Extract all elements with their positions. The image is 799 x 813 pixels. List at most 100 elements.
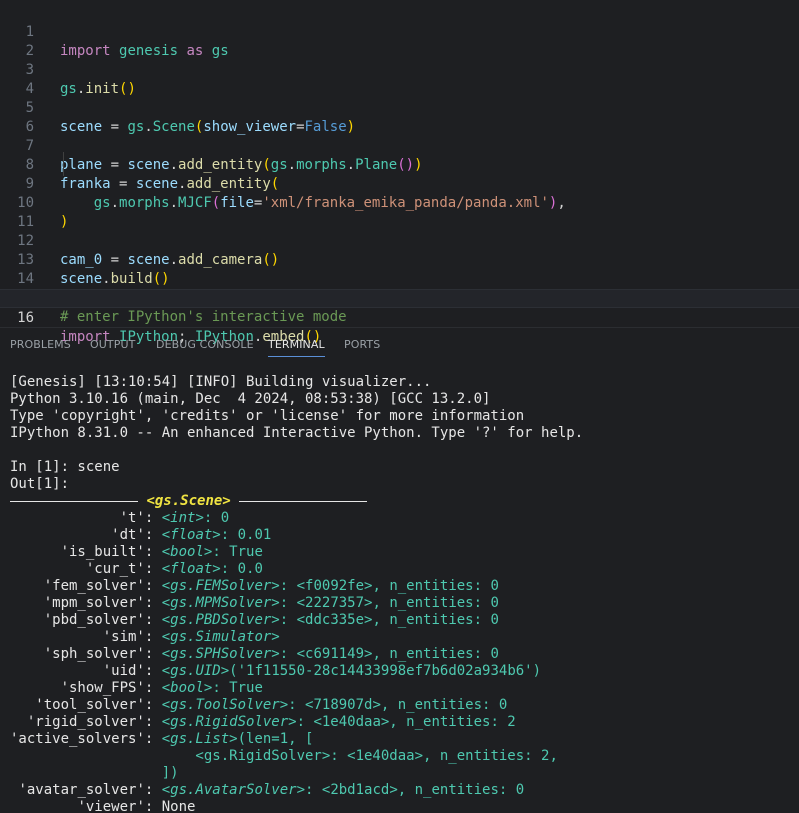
attr-value: : <1e40daa>, n_entities: 2 bbox=[296, 714, 516, 730]
attr-key: 'uid' bbox=[102, 663, 145, 679]
attr-key: 'sph_solver' bbox=[43, 646, 145, 662]
attr-value: : True bbox=[212, 544, 263, 560]
scene-attr-row: 'viewer': None bbox=[77, 799, 196, 813]
attr-type: <gs.AvatarSolver> bbox=[161, 782, 306, 798]
attr-value: : <718907d>, n_entities: 0 bbox=[288, 697, 508, 713]
tab-problems[interactable]: PROBLEMS bbox=[10, 338, 71, 351]
code-line-6[interactable]: 6 bbox=[0, 99, 799, 135]
scene-attr-row: 'avatar_solver': <gs.AvatarSolver>: <2bd… bbox=[18, 782, 525, 798]
scene-attr-row: ]) bbox=[10, 765, 179, 782]
terminal-line: Python 3.10.16 (main, Dec 4 2024, 08:53:… bbox=[10, 391, 491, 407]
code-line-2[interactable]: 2 bbox=[0, 23, 799, 59]
attr-type: <bool> bbox=[161, 544, 213, 560]
scene-attr-row: 'active_solvers': <gs.List>(len=1, [ bbox=[10, 731, 314, 747]
scene-attr-row: 'dt': <float>: 0.01 bbox=[111, 527, 272, 543]
code-line-12[interactable]: 12 cam_0 = scene.add_camera() bbox=[0, 213, 799, 268]
attr-type: <gs.FEMSolver> bbox=[161, 578, 280, 594]
attr-value: : <2bd1acd>, n_entities: 0 bbox=[305, 782, 525, 798]
attr-key: 't' bbox=[119, 510, 145, 526]
attr-type: <int> bbox=[161, 510, 204, 526]
code-line-13[interactable]: 13 scene.build() bbox=[0, 232, 799, 287]
code-editor[interactable]: 1 import genesis as gs 2 3 gs.init() 4 5… bbox=[0, 0, 799, 345]
terminal-output[interactable]: [Genesis] [13:10:54] [INFO] Building vis… bbox=[0, 374, 799, 813]
scene-attr-row: 'tool_solver': <gs.ToolSolver>: <718907d… bbox=[35, 697, 508, 713]
attr-value: : <f0092fe>, n_entities: 0 bbox=[279, 578, 499, 594]
attr-type: <float> bbox=[161, 527, 221, 543]
code-line-5[interactable]: 5 scene = gs.Scene(show_viewer=False) bbox=[0, 80, 799, 135]
attr-type: <gs.PBDSolver> bbox=[161, 612, 280, 628]
attr-key: 'show_FPS' bbox=[60, 680, 145, 696]
attr-value: : <c691149>, n_entities: 0 bbox=[279, 646, 499, 662]
terminal-line: [Genesis] [13:10:54] [INFO] Building vis… bbox=[10, 374, 432, 390]
panel-tabs: PROBLEMS OUTPUT DEBUG CONSOLE TERMINAL P… bbox=[0, 328, 799, 362]
terminal-line: Type 'copyright', 'credits' or 'license'… bbox=[10, 408, 525, 424]
attr-type: <gs.UID> bbox=[161, 663, 230, 679]
scene-attr-row: 'uid': <gs.UID>('1f11550-28c14433998ef7b… bbox=[102, 663, 542, 679]
code-line-4[interactable]: 4 bbox=[0, 61, 799, 97]
scene-attr-row: 'is_built': <bool>: True bbox=[60, 544, 263, 560]
attr-key: 'viewer' bbox=[77, 799, 145, 813]
attr-type: <gs.RigidSolver> bbox=[161, 714, 297, 730]
scene-attr-row: 'cur_t': <float>: 0.0 bbox=[85, 561, 263, 577]
code-line-8[interactable]: 8 franka = scene.add_entity( bbox=[0, 137, 799, 192]
scene-attr-row: <gs.RigidSolver>: <1e40daa>, n_entities:… bbox=[10, 748, 557, 765]
code-line-11[interactable]: 11 bbox=[0, 194, 799, 230]
attr-type: <gs.SPHSolver> bbox=[161, 646, 280, 662]
attr-key: 'fem_solver' bbox=[43, 578, 145, 594]
attr-key: 'rigid_solver' bbox=[26, 714, 145, 730]
attr-key: 'cur_t' bbox=[85, 561, 145, 577]
attr-key: 'mpm_solver' bbox=[43, 595, 145, 611]
scene-attr-row: 'fem_solver': <gs.FEMSolver>: <f0092fe>,… bbox=[43, 578, 499, 594]
scene-attr-row: 'rigid_solver': <gs.RigidSolver>: <1e40d… bbox=[26, 714, 516, 730]
attr-key: 'dt' bbox=[111, 527, 145, 543]
attr-value: : 0.01 bbox=[220, 527, 272, 543]
scene-header: <gs.Scene> bbox=[10, 493, 368, 510]
header-rule-left bbox=[10, 500, 138, 502]
attr-key: 'sim' bbox=[102, 629, 145, 645]
attr-key: 'active_solvers' bbox=[10, 731, 145, 747]
tab-ports[interactable]: PORTS bbox=[344, 338, 380, 351]
attr-type: <gs.List> bbox=[161, 731, 238, 747]
terminal-line: IPython 8.31.0 -- An enhanced Interactiv… bbox=[10, 425, 584, 441]
scene-attr-row: 'sph_solver': <gs.SPHSolver>: <c691149>,… bbox=[43, 646, 499, 662]
scene-attr-row: 'mpm_solver': <gs.MPMSolver>: <2227357>,… bbox=[43, 595, 499, 611]
attr-value: None bbox=[161, 799, 196, 813]
attr-value: : 0.0 bbox=[220, 561, 263, 577]
attr-value: : <2227357>, n_entities: 0 bbox=[279, 595, 499, 611]
scene-attr-row: 'pbd_solver': <gs.PBDSolver>: <ddc335e>,… bbox=[43, 612, 499, 628]
scene-attr-row: 'sim': <gs.Simulator> bbox=[102, 629, 280, 645]
attr-value: ]) bbox=[161, 765, 179, 781]
terminal-prompt-out: Out[1]: bbox=[10, 476, 70, 492]
code-line-16[interactable]: 16 import IPython; IPython.embed() bbox=[0, 289, 799, 345]
attr-type: <gs.ToolSolver> bbox=[161, 697, 289, 713]
scene-attr-row: 't': <int>: 0 bbox=[119, 510, 230, 526]
attr-type: <gs.Simulator> bbox=[161, 629, 280, 645]
code-line-14[interactable]: 14 bbox=[0, 251, 799, 287]
attr-value: : 0 bbox=[203, 510, 230, 526]
code-line-10[interactable]: 10 ) bbox=[0, 175, 799, 230]
code-comment: # enter IPython's interactive mode bbox=[60, 309, 347, 325]
code-line-3[interactable]: 3 gs.init() bbox=[0, 42, 799, 97]
attr-key: 'tool_solver' bbox=[35, 697, 145, 713]
code-line-1[interactable]: 1 import genesis as gs bbox=[0, 4, 799, 59]
attr-value: : <ddc335e>, n_entities: 0 bbox=[279, 612, 499, 628]
attr-key: 'pbd_solver' bbox=[43, 612, 145, 628]
attr-key: 'avatar_solver' bbox=[18, 782, 145, 798]
tab-output[interactable]: OUTPUT bbox=[90, 338, 135, 351]
attr-type: <gs.MPMSolver> bbox=[161, 595, 280, 611]
scene-attr-row: 'show_FPS': <bool>: True bbox=[60, 680, 263, 696]
attr-type: <float> bbox=[161, 561, 221, 577]
code-line-15[interactable]: 15 # enter IPython's interactive mode bbox=[0, 270, 799, 325]
attr-key: 'is_built' bbox=[60, 544, 145, 560]
attr-value: ('1f11550-28c14433998ef7b6d02a934b6') bbox=[229, 663, 542, 679]
scene-header-text: <gs.Scene> bbox=[146, 493, 231, 509]
tab-debug-console[interactable]: DEBUG CONSOLE bbox=[156, 338, 254, 351]
code-line-7[interactable]: 7 plane = scene.add_entity(gs.morphs.Pla… bbox=[0, 118, 799, 173]
code-line-9[interactable]: 9 gs.morphs.MJCF(file='xml/franka_emika_… bbox=[0, 156, 799, 211]
attr-type: <bool> bbox=[161, 680, 213, 696]
indent-guide bbox=[63, 152, 64, 176]
header-rule-right bbox=[239, 500, 368, 502]
attr-value: : True bbox=[212, 680, 263, 696]
tab-terminal[interactable]: TERMINAL bbox=[268, 338, 325, 357]
attr-value: (len=1, [ bbox=[237, 731, 314, 747]
